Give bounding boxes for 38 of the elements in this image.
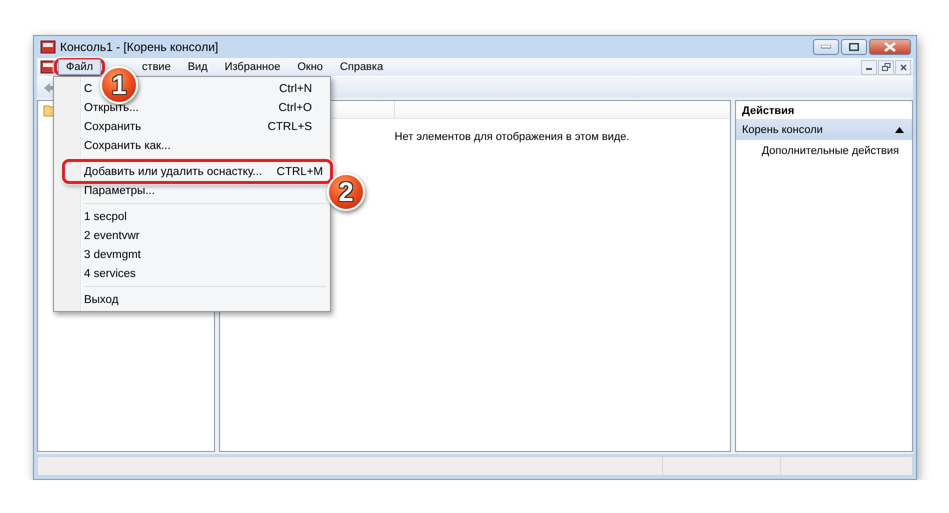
actions-section-header[interactable]: Корень консоли	[736, 120, 912, 140]
menu-bar-item[interactable]: Вид	[180, 60, 215, 74]
menu-bar-item[interactable]: Файл	[58, 59, 102, 75]
app-icon	[40, 60, 56, 74]
menu-item[interactable]: 3 devmgmt	[84, 248, 141, 260]
action-link[interactable]: Дополнительные действия	[762, 145, 899, 157]
menu-item[interactable]: Сохранить	[84, 120, 142, 132]
close-icon	[884, 42, 896, 52]
close-button[interactable]	[869, 39, 911, 55]
shortcut-text: CTRL+S	[268, 120, 312, 132]
empty-message: Нет элементов для отображения в этом виде.	[394, 131, 630, 143]
shortcut-text: Ctrl+O	[278, 102, 312, 114]
maximize-icon	[849, 43, 859, 51]
maximize-button[interactable]	[841, 39, 867, 55]
restore-icon	[882, 63, 890, 71]
menu-item[interactable]: 2 eventvwr	[84, 230, 140, 242]
menu-item[interactable]: Параметры...	[84, 184, 155, 196]
menu-item[interactable]: Сохранить как...	[84, 140, 171, 152]
shortcut-text: CTRL+M	[276, 166, 323, 178]
menu-bar-item[interactable]: Избранное	[218, 60, 288, 74]
menu-bar-item[interactable]: Окно	[290, 60, 330, 74]
menu-item[interactable]: С	[84, 82, 92, 94]
close-button[interactable]	[895, 60, 911, 74]
menu-item[interactable]: Открыть...	[84, 102, 139, 114]
menu-item[interactable]: 4 services	[84, 268, 136, 280]
minimize-icon	[821, 45, 831, 49]
minimize-button[interactable]	[813, 39, 839, 55]
minimize-button[interactable]	[861, 60, 877, 74]
collapse-arrow-icon[interactable]	[895, 127, 904, 133]
menu-item[interactable]: 1 secpol	[84, 210, 127, 222]
menu-item[interactable]: Выход	[84, 294, 118, 306]
menu-item[interactable]: Добавить или удалить оснастку...	[84, 166, 262, 178]
restore-button[interactable]	[878, 60, 894, 74]
window-title: Консоль1 - [Корень консоли]	[60, 40, 218, 54]
close-icon	[900, 64, 906, 70]
shortcut-text: Ctrl+N	[279, 82, 312, 94]
menu-bar-item[interactable]: Справка	[332, 60, 390, 74]
app-icon	[40, 40, 56, 54]
